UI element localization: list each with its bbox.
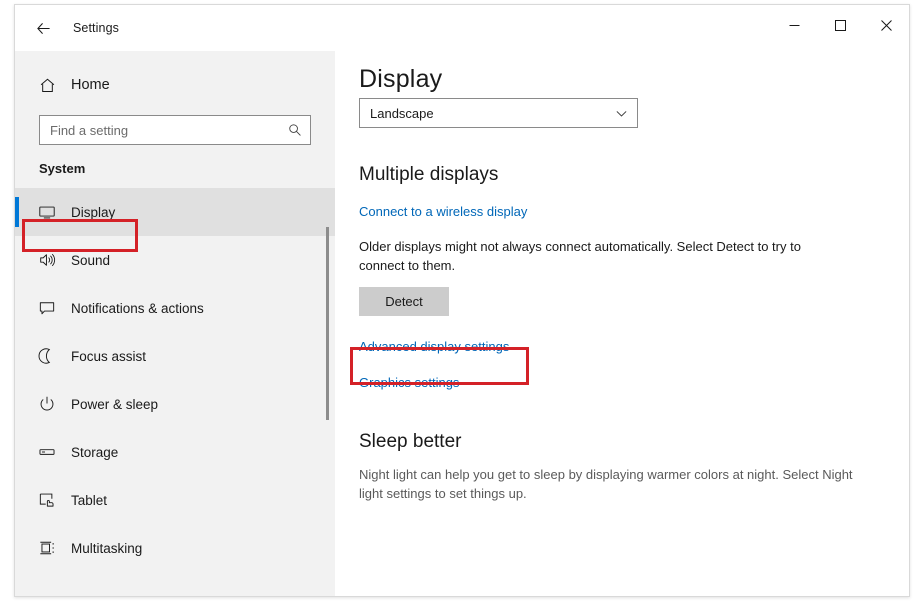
- sleep-better-heading: Sleep better: [359, 431, 462, 452]
- sidebar-item-label: Sound: [71, 252, 111, 268]
- multiple-displays-description: Older displays might not always connect …: [359, 239, 801, 273]
- minimize-button[interactable]: [771, 5, 817, 45]
- page-title: Display: [359, 65, 443, 93]
- sidebar-item-focus-assist[interactable]: Focus assist: [15, 332, 335, 380]
- sidebar-item-label: Display: [71, 204, 116, 220]
- sidebar-item-label: Multitasking: [71, 540, 143, 556]
- sidebar-item-label: Power & sleep: [71, 396, 159, 412]
- detect-button[interactable]: Detect: [359, 287, 449, 316]
- screenshot-root: Settings Home Find a setting System Disp…: [0, 0, 923, 611]
- moon-icon: [29, 347, 65, 365]
- sidebar-scrollbar-thumb[interactable]: [326, 227, 329, 420]
- sidebar-item-power-sleep[interactable]: Power & sleep: [15, 380, 335, 428]
- sleep-better-description: Night light can help you get to sleep by…: [359, 467, 853, 501]
- drive-icon: [29, 443, 65, 461]
- back-button[interactable]: [23, 8, 63, 48]
- sidebar-item-multitasking[interactable]: Multitasking: [15, 524, 335, 572]
- speaker-icon: [29, 251, 65, 269]
- advanced-display-settings-link[interactable]: Advanced display settings: [359, 339, 909, 354]
- monitor-icon: [29, 203, 65, 221]
- connect-wireless-display-link[interactable]: Connect to a wireless display: [359, 204, 909, 219]
- settings-window: Settings Home Find a setting System Disp…: [14, 4, 910, 597]
- sidebar-nav: Display Sound Notifications & actions Fo…: [15, 188, 335, 572]
- orientation-dropdown[interactable]: Landscape: [359, 98, 638, 128]
- sidebar-item-display[interactable]: Display: [15, 188, 335, 236]
- sidebar-item-label: Tablet: [71, 492, 108, 508]
- graphics-settings-link[interactable]: Graphics settings: [359, 375, 909, 390]
- selection-indicator: [15, 197, 19, 227]
- title-bar: Settings: [15, 5, 909, 51]
- maximize-icon: [834, 19, 846, 31]
- sidebar-group-title: System: [39, 161, 86, 176]
- window-controls: [771, 5, 909, 45]
- tablet-hand-icon: [29, 491, 65, 509]
- chevron-down-icon: [615, 107, 628, 120]
- speech-bubble-icon: [29, 299, 65, 317]
- multiple-displays-heading: Multiple displays: [359, 164, 499, 185]
- home-icon: [27, 77, 67, 94]
- orientation-value: Landscape: [370, 105, 434, 121]
- sidebar-item-storage[interactable]: Storage: [15, 428, 335, 476]
- minimize-icon: [789, 24, 799, 26]
- sidebar-home-label: Home: [71, 77, 110, 93]
- multitasking-icon: [29, 539, 65, 557]
- search-box[interactable]: [39, 115, 311, 145]
- sidebar-item-label: Focus assist: [71, 348, 147, 364]
- sidebar-item-sound[interactable]: Sound: [15, 236, 335, 284]
- sidebar: Home System: [15, 51, 335, 596]
- window-title: Settings: [73, 21, 119, 35]
- search-input[interactable]: [40, 116, 310, 144]
- sidebar-item-notifications[interactable]: Notifications & actions: [15, 284, 335, 332]
- sidebar-item-label: Notifications & actions: [71, 300, 204, 316]
- sidebar-item-tablet[interactable]: Tablet: [15, 476, 335, 524]
- back-arrow-icon: [36, 22, 50, 34]
- sidebar-item-home[interactable]: Home: [27, 65, 335, 105]
- power-icon: [29, 395, 65, 413]
- close-button[interactable]: [863, 5, 909, 45]
- sidebar-scrollbar[interactable]: [326, 211, 329, 596]
- sidebar-item-label: Storage: [71, 444, 119, 460]
- main-content: Display Landscape Multiple displays Conn…: [335, 51, 909, 596]
- maximize-button[interactable]: [817, 5, 863, 45]
- close-icon: [880, 19, 892, 31]
- search-icon[interactable]: [288, 123, 302, 137]
